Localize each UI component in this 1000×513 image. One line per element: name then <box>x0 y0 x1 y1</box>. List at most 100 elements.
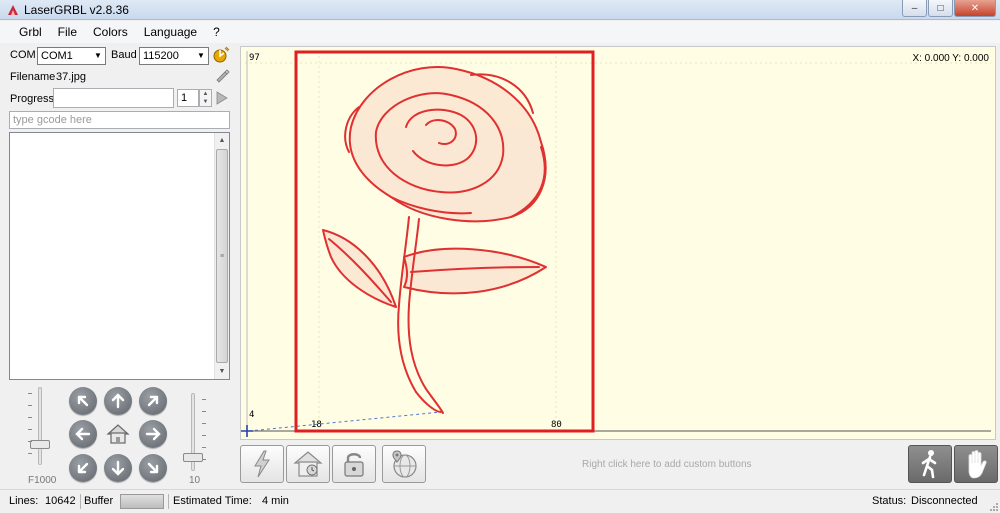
walking-person-icon <box>921 450 937 479</box>
progress-bar <box>53 88 174 108</box>
feed-hold-button[interactable] <box>908 445 952 483</box>
arrow-up-left-icon <box>77 395 89 407</box>
scroll-up-icon[interactable]: ▲ <box>215 133 229 148</box>
center-globe-button[interactable] <box>382 445 426 483</box>
lines-value: 10642 <box>45 495 76 507</box>
arrow-down-right-icon <box>147 462 159 474</box>
restore-button[interactable]: □ <box>928 0 953 17</box>
x-max-label: 80 <box>551 420 562 430</box>
job-preview-drawing <box>241 50 991 437</box>
arrow-up-icon <box>111 393 125 409</box>
command-log[interactable]: ▲ ≡ ▼ <box>9 132 230 380</box>
unlock-button[interactable] <box>332 445 376 483</box>
chevron-down-icon: ▼ <box>94 51 102 60</box>
jog-up-button[interactable] <box>104 387 132 415</box>
homing-house-icon <box>293 451 323 477</box>
estimated-time-label: Estimated Time: <box>173 495 252 507</box>
reset-button[interactable] <box>240 445 284 483</box>
stop-button[interactable] <box>954 445 998 483</box>
com-port-value: COM1 <box>41 50 73 62</box>
connection-status-label: Status: <box>872 495 907 507</box>
window-controls: – □ ✕ <box>901 0 996 18</box>
control-panel: COM COM1 ▼ Baud 115200 ▼ Filename 37.jpg… <box>0 43 236 488</box>
lightning-icon <box>254 450 270 478</box>
coordinate-readout: X: 0.000 Y: 0.000 <box>912 53 989 64</box>
log-scrollbar[interactable]: ▲ ≡ ▼ <box>214 133 229 379</box>
speed-value: F1000 <box>28 475 57 486</box>
slider-tick <box>202 447 206 448</box>
connection-status-value: Disconnected <box>911 495 978 507</box>
arrow-up-right-icon <box>147 395 159 407</box>
menu-bar: Grbl File Colors Language ? <box>0 21 1000 43</box>
progress-label: Progress <box>10 93 55 105</box>
step-slider-thumb[interactable] <box>183 453 203 462</box>
homing-button[interactable] <box>286 445 330 483</box>
y-min-label: 4 <box>249 410 255 420</box>
spin-up-icon[interactable]: ▲ <box>200 90 211 98</box>
slider-tick <box>28 453 32 454</box>
close-button[interactable]: ✕ <box>954 0 996 17</box>
stop-hand-icon <box>968 450 987 479</box>
com-port-select[interactable]: COM1 ▼ <box>37 47 106 65</box>
lock-icon <box>344 453 364 477</box>
slider-tick <box>28 405 32 406</box>
home-icon <box>106 424 130 444</box>
slider-tick <box>202 411 206 412</box>
x-min-label: 18 <box>311 420 322 430</box>
open-file-icon[interactable] <box>214 68 230 84</box>
jog-up-right-button[interactable] <box>139 387 167 415</box>
jog-down-button[interactable] <box>104 454 132 482</box>
buffer-bar <box>120 494 164 509</box>
play-icon[interactable] <box>215 90 229 106</box>
status-separator <box>168 494 169 509</box>
jog-down-right-button[interactable] <box>139 454 167 482</box>
app-logo-icon <box>8 5 18 15</box>
baud-rate-select[interactable]: 115200 ▼ <box>139 47 209 65</box>
preview-canvas[interactable]: X: 0.000 Y: 0.000 97 4 18 80 <box>240 46 996 440</box>
slider-tick <box>28 429 32 430</box>
gcode-input[interactable]: type gcode here <box>9 111 230 129</box>
step-value: 10 <box>189 475 201 486</box>
jog-up-left-button[interactable] <box>69 387 97 415</box>
jog-left-button[interactable] <box>69 420 97 448</box>
buffer-label: Buffer <box>84 495 114 507</box>
slider-tick <box>28 441 32 442</box>
speed-slider-thumb[interactable] <box>30 440 50 449</box>
estimated-time-value: 4 min <box>262 495 289 507</box>
menu-file[interactable]: File <box>51 23 84 41</box>
arrow-left-icon <box>75 427 91 441</box>
y-max-label: 97 <box>249 53 260 63</box>
jog-right-button[interactable] <box>139 420 167 448</box>
filename-label: Filename <box>10 71 56 83</box>
jog-down-left-button[interactable] <box>69 454 97 482</box>
copies-stepper-input[interactable]: 1 <box>177 89 199 107</box>
origin-crosshair <box>241 425 253 437</box>
resize-grip-icon[interactable] <box>988 501 998 511</box>
menu-colors[interactable]: Colors <box>86 23 135 41</box>
slider-tick <box>202 459 206 460</box>
slider-tick <box>28 417 32 418</box>
menu-language[interactable]: Language <box>137 23 204 41</box>
minimize-button[interactable]: – <box>902 0 927 17</box>
arrow-down-left-icon <box>77 462 89 474</box>
baud-rate-value: 115200 <box>143 50 179 62</box>
scroll-down-icon[interactable]: ▼ <box>215 364 229 379</box>
connect-icon[interactable] <box>212 46 230 64</box>
slider-tick <box>202 423 206 424</box>
com-label: COM <box>10 49 36 61</box>
status-separator <box>80 494 81 509</box>
title-bar: LaserGRBL v2.8.36 – □ ✕ <box>0 0 1000 20</box>
menu-help[interactable]: ? <box>206 23 227 41</box>
travel-path <box>248 411 442 432</box>
copies-stepper[interactable]: ▲ ▼ <box>199 89 212 107</box>
status-bar: Lines: 10642 Buffer Estimated Time: 4 mi… <box>0 489 1000 513</box>
spin-down-icon[interactable]: ▼ <box>200 98 211 106</box>
slider-tick <box>202 399 206 400</box>
jog-home-button[interactable] <box>104 420 132 448</box>
scroll-thumb[interactable]: ≡ <box>216 149 228 363</box>
menu-grbl[interactable]: Grbl <box>12 23 49 41</box>
window-title: LaserGRBL v2.8.36 <box>24 3 129 17</box>
speed-slider-track[interactable] <box>38 387 42 465</box>
custom-buttons-hint[interactable]: Right click here to add custom buttons <box>582 459 752 470</box>
chevron-down-icon: ▼ <box>197 51 205 60</box>
